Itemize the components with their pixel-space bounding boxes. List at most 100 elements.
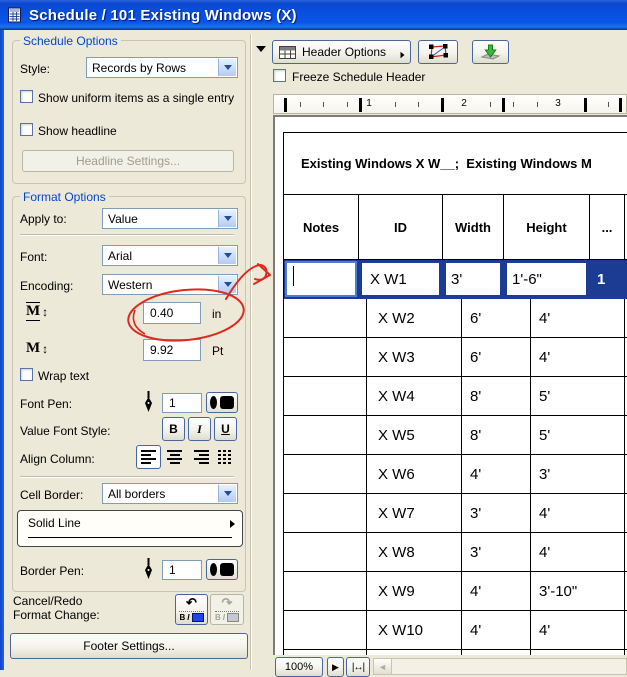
notes-cell[interactable] [284,299,367,337]
height-cell[interactable]: 4' [531,494,625,532]
column-divider-tick[interactable] [359,98,362,112]
header-cell-more[interactable]: ... [590,195,625,259]
align-left-button[interactable] [136,445,161,469]
id-cell[interactable]: X W8 [367,533,462,571]
header-options-button[interactable]: Header Options [272,40,411,64]
align-decimal-button[interactable] [213,445,238,469]
width-cell[interactable]: 4' [462,572,531,610]
chevron-down-icon[interactable] [218,275,237,294]
encoding-dropdown[interactable]: Western [102,274,238,295]
show-headline-checkbox[interactable] [20,123,33,136]
notes-cell[interactable] [284,572,367,610]
height-cell[interactable]: 5' [531,377,625,415]
column-divider-tick[interactable] [284,98,287,112]
schedule-preview[interactable]: Existing Windows X W__; Existing Windows… [273,115,627,655]
id-cell[interactable]: X W10 [367,611,462,649]
width-cell[interactable]: 4' [462,611,531,649]
id-cell[interactable]: X W1 [359,260,443,298]
notes-cell[interactable] [284,416,367,454]
table-title-cell[interactable]: Existing Windows X W__; Existing Windows… [284,133,627,194]
id-cell[interactable]: X W11 [367,650,462,655]
id-cell[interactable]: X W7 [367,494,462,532]
width-cell[interactable]: 8' [462,377,531,415]
notes-cell-editing[interactable] [284,260,359,298]
height-cell[interactable]: 4' [531,533,625,571]
collapse-panel-arrow-icon[interactable] [256,46,266,52]
wrap-text-checkbox[interactable] [20,368,33,381]
panel-splitter[interactable] [250,34,252,670]
table-row[interactable]: X W6 4' 3' 1 [284,455,627,494]
table-title-row[interactable]: Existing Windows X W__; Existing Windows… [284,133,627,195]
header-cell-id[interactable]: ID [359,195,443,259]
chevron-down-icon[interactable] [218,246,237,265]
style-dropdown[interactable]: Records by Rows [86,57,238,78]
notes-cell[interactable] [284,533,367,571]
notes-cell[interactable] [284,650,367,655]
notes-cell[interactable] [284,377,367,415]
height-cell[interactable]: 4' [531,338,625,376]
header-cell-notes[interactable]: Notes [284,195,359,259]
table-row[interactable]: X W4 8' 5' 1 [284,377,627,416]
height-cell[interactable]: 1'-6" [504,260,590,298]
table-row[interactable]: X W8 3' 4' 1 [284,533,627,572]
table-row[interactable]: X W10 4' 4' 1 [284,611,627,650]
table-row[interactable]: X W3 6' 4' 1 [284,338,627,377]
horizontal-scrollbar[interactable]: ◄ [373,658,627,675]
footer-settings-button[interactable]: Footer Settings... [10,633,248,659]
undo-format-button[interactable]: ↶ BI [175,594,208,625]
header-cell-height[interactable]: Height [504,195,590,259]
width-cell[interactable]: 4' [462,455,531,493]
table-row[interactable]: X W9 4' 3'-10" 1 [284,572,627,611]
notes-cell[interactable] [284,611,367,649]
select-area-button[interactable] [418,40,458,64]
width-cell[interactable]: 6' [462,338,531,376]
table-row[interactable]: X W11 4' 4' 1 [284,650,627,655]
bold-button[interactable]: B [162,417,185,441]
zoom-level-button[interactable]: 100% [275,657,323,677]
apply-to-dropdown[interactable]: Value [102,208,238,229]
height-cell[interactable]: 4' [531,650,625,655]
cell-border-dropdown[interactable]: All borders [102,483,238,504]
width-cell[interactable]: 6' [462,299,531,337]
height-cell[interactable]: 5' [531,416,625,454]
apply-format-button[interactable] [472,40,509,64]
id-cell[interactable]: X W6 [367,455,462,493]
border-pen-color-button[interactable] [206,559,238,580]
chevron-down-icon[interactable] [218,209,237,228]
italic-button[interactable]: I [188,417,211,441]
notes-cell[interactable] [284,455,367,493]
table-row-selected[interactable]: X W1 3' 1'-6" 1 [284,260,627,299]
width-cell[interactable]: 3' [443,260,504,298]
id-cell[interactable]: X W9 [367,572,462,610]
width-cell[interactable]: 4' [462,650,531,655]
line-type-selector[interactable]: Solid Line [17,510,243,547]
table-row[interactable]: X W7 3' 4' 1 [284,494,627,533]
font-pen-color-button[interactable] [206,392,238,413]
zoom-menu-button[interactable]: ▶ [327,657,344,677]
column-divider-tick[interactable] [502,98,505,112]
border-pen-input[interactable] [162,560,202,580]
align-right-button[interactable] [188,445,213,469]
ruler[interactable]: 1 2 3 [273,94,627,114]
column-divider-tick[interactable] [584,98,587,112]
font-dropdown[interactable]: Arial [102,245,238,266]
notes-cell[interactable] [284,494,367,532]
id-cell[interactable]: X W2 [367,299,462,337]
width-cell[interactable]: 3' [462,533,531,571]
height-cell[interactable]: 3'-10" [531,572,625,610]
height-cell[interactable]: 4' [531,611,625,649]
chevron-down-icon[interactable] [218,484,237,503]
height-cell[interactable]: 4' [531,299,625,337]
scroll-left-button[interactable]: ◄ [374,659,392,674]
column-divider-tick[interactable] [619,98,622,112]
height-cell[interactable]: 3' [531,455,625,493]
table-row[interactable]: X W2 6' 4' 1 [284,299,627,338]
qty-cell[interactable]: 1 [590,260,627,298]
width-cell[interactable]: 3' [462,494,531,532]
id-cell[interactable]: X W3 [367,338,462,376]
row-height-input[interactable] [143,302,201,324]
underline-button[interactable]: U [214,417,237,441]
table-row[interactable]: X W5 8' 5' 1 [284,416,627,455]
id-cell[interactable]: X W4 [367,377,462,415]
align-center-button[interactable] [162,445,187,469]
